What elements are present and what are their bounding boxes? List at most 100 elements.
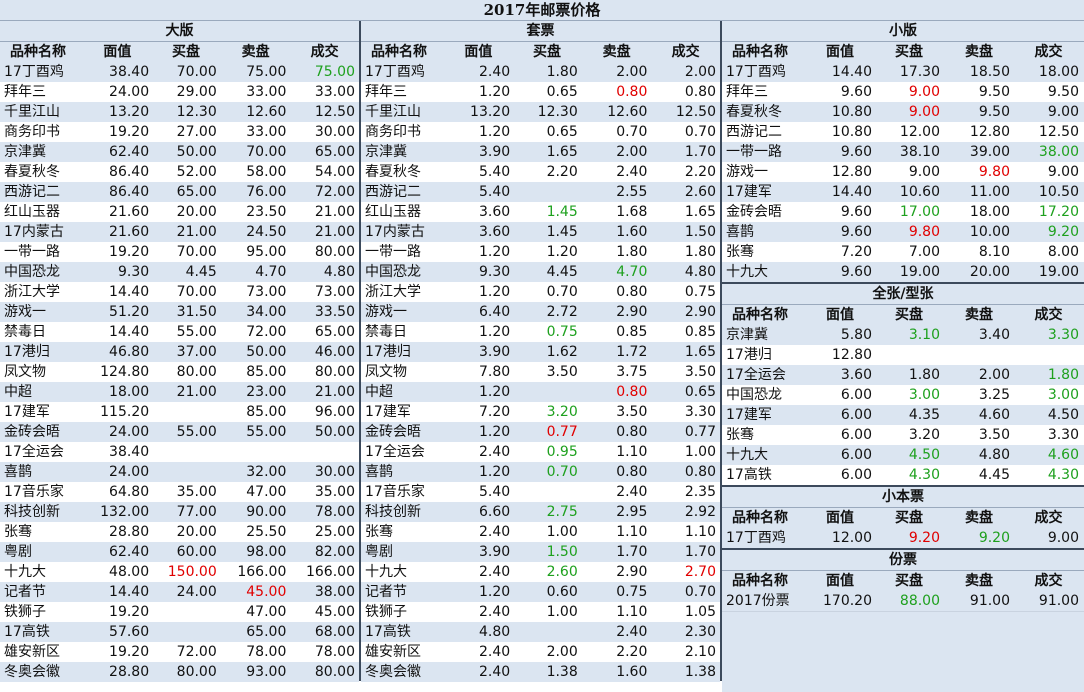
cell-bid: 1.50 <box>546 544 578 560</box>
cell-bid <box>512 482 582 502</box>
table-row: 千里江山 13.20 12.30 12.60 12.50 <box>0 102 359 122</box>
cell-ask: 1.10 <box>616 524 648 540</box>
cell-ask: 47.00 <box>246 604 287 620</box>
cell-bid <box>512 182 582 202</box>
cell-face-value: 7.80 <box>478 364 511 380</box>
table-row: 17全运会 2.40 0.95 1.10 1.00 <box>361 442 720 462</box>
table-row: 西游记二 86.40 65.00 76.00 72.00 <box>0 182 359 202</box>
table-row: 记者节 14.40 24.00 45.00 38.00 <box>0 582 359 602</box>
cell-ask: 2.40 <box>616 624 648 640</box>
cell-face-value: 6.00 <box>840 447 872 463</box>
column-header-ask: 卖盘 <box>965 307 993 323</box>
cell-ask: 166.00 <box>237 564 287 580</box>
cell-deal: 2.90 <box>684 304 716 320</box>
cell-bid: 2.20 <box>546 164 578 180</box>
xiaoban-table-body: 17丁酉鸡 14.40 17.30 18.50 18.00 拜年三 9.60 9.00 9.50… <box>722 62 1084 282</box>
table-row: 17丁酉鸡 2.40 1.80 2.00 2.00 <box>361 62 720 82</box>
table-row: 冬奥会徽 28.80 80.00 93.00 80.00 <box>0 662 359 682</box>
cell-name: 冬奥会徽 <box>365 664 421 680</box>
cell-bid: 27.00 <box>176 124 217 140</box>
cell-ask: 1.70 <box>616 544 648 560</box>
cell-bid: 4.45 <box>546 264 578 280</box>
cell-ask: 73.00 <box>246 284 287 300</box>
cell-ask: 0.75 <box>616 584 648 600</box>
cell-bid: 1.20 <box>546 244 578 260</box>
cell-deal: 2.30 <box>684 624 716 640</box>
cell-name: 喜鹊 <box>4 464 32 480</box>
cell-name: 千里江山 <box>4 104 60 120</box>
table-row: 17全运会 38.40 <box>0 442 359 462</box>
cell-deal: 2.70 <box>684 564 716 580</box>
column-header-deal: 成交 <box>1034 307 1063 323</box>
table-row: 17港归 12.80 <box>722 345 1084 365</box>
cell-name: 十九大 <box>4 564 46 580</box>
table-row: 金砖会晤 1.20 0.77 0.80 0.77 <box>361 422 720 442</box>
cell-name: 凤文物 <box>365 364 407 380</box>
table-row: 张骞 6.00 3.20 3.50 3.30 <box>722 425 1084 445</box>
cell-name: 张骞 <box>4 524 32 540</box>
table-row: 京津冀 3.90 1.65 2.00 1.70 <box>361 142 720 162</box>
cell-deal: 2.20 <box>684 164 716 180</box>
quanzhang-column-headers: 品种名称 面值 买盘 卖盘 成交 <box>722 305 1084 325</box>
cell-face-value: 38.40 <box>109 64 150 80</box>
cell-face-value: 1.20 <box>478 424 511 440</box>
cell-deal: 45.00 <box>314 604 355 620</box>
cell-name: 十九大 <box>365 564 407 580</box>
cell-name: 喜鹊 <box>726 224 754 240</box>
cell-deal: 4.30 <box>1047 467 1079 483</box>
cell-name: 禁毒日 <box>4 324 46 340</box>
cell-name: 西游记二 <box>726 124 782 140</box>
cell-bid: 9.00 <box>908 84 940 100</box>
cell-ask: 1.72 <box>616 344 648 360</box>
column-header-face-value: 面值 <box>826 510 854 526</box>
cell-deal: 4.80 <box>684 264 716 280</box>
cell-ask: 95.00 <box>246 244 287 260</box>
cell-name: 西游记二 <box>4 184 60 200</box>
cell-face-value: 2.40 <box>478 644 511 660</box>
cell-deal: 78.00 <box>314 504 355 520</box>
table-row: 17音乐家 64.80 35.00 47.00 35.00 <box>0 482 359 502</box>
cell-name: 中国恐龙 <box>726 387 782 403</box>
cell-deal: 9.00 <box>1047 104 1079 120</box>
cell-bid: 38.10 <box>899 144 940 160</box>
table-row: 17高铁 6.00 4.30 4.45 4.30 <box>722 465 1084 485</box>
column-header-name: 品种名称 <box>732 573 788 589</box>
table-row: 游戏一 12.80 9.00 9.80 9.00 <box>722 162 1084 182</box>
cell-face-value: 3.90 <box>478 144 511 160</box>
cell-face-value: 2.40 <box>478 564 511 580</box>
table-row: 游戏一 51.20 31.50 34.00 33.50 <box>0 302 359 322</box>
cell-name: 京津冀 <box>4 144 46 160</box>
cell-bid: 2.60 <box>546 564 578 580</box>
cell-ask <box>944 345 1014 365</box>
cell-deal: 96.00 <box>314 404 355 420</box>
cell-ask: 2.95 <box>616 504 648 520</box>
cell-ask: 4.45 <box>978 467 1010 483</box>
cell-face-value: 124.80 <box>100 364 150 380</box>
cell-deal: 80.00 <box>314 664 355 680</box>
cell-face-value: 51.20 <box>109 304 150 320</box>
cell-face-value: 1.20 <box>478 464 511 480</box>
cell-ask: 3.40 <box>978 327 1010 343</box>
daban-column-headers: 品种名称 面值 买盘 卖盘 成交 <box>0 42 359 62</box>
cell-ask: 25.50 <box>246 524 287 540</box>
cell-face-value: 9.60 <box>840 84 872 100</box>
cell-bid: 24.00 <box>176 584 217 600</box>
cell-bid: 1.65 <box>546 144 578 160</box>
cell-face-value: 6.40 <box>478 304 511 320</box>
cell-deal: 2.60 <box>684 184 716 200</box>
table-row: 千里江山 13.20 12.30 12.60 12.50 <box>361 102 720 122</box>
cell-face-value: 14.40 <box>109 584 150 600</box>
cell-ask: 12.60 <box>246 104 287 120</box>
table-row: 科技创新 132.00 77.00 90.00 78.00 <box>0 502 359 522</box>
cell-name: 铁狮子 <box>4 604 46 620</box>
cell-name: 商务印书 <box>365 124 421 140</box>
xiaoban-column-headers: 品种名称 面值 买盘 卖盘 成交 <box>722 42 1084 62</box>
cell-name: 浙江大学 <box>365 284 421 300</box>
cell-name: 十九大 <box>726 447 768 463</box>
cell-face-value: 10.80 <box>831 104 872 120</box>
table-row: 铁狮子 2.40 1.00 1.10 1.05 <box>361 602 720 622</box>
table-row: 一带一路 19.20 70.00 95.00 80.00 <box>0 242 359 262</box>
xiaoban-section-title: 小版 <box>722 21 1084 42</box>
cell-deal: 17.20 <box>1038 204 1079 220</box>
cell-ask: 72.00 <box>246 324 287 340</box>
